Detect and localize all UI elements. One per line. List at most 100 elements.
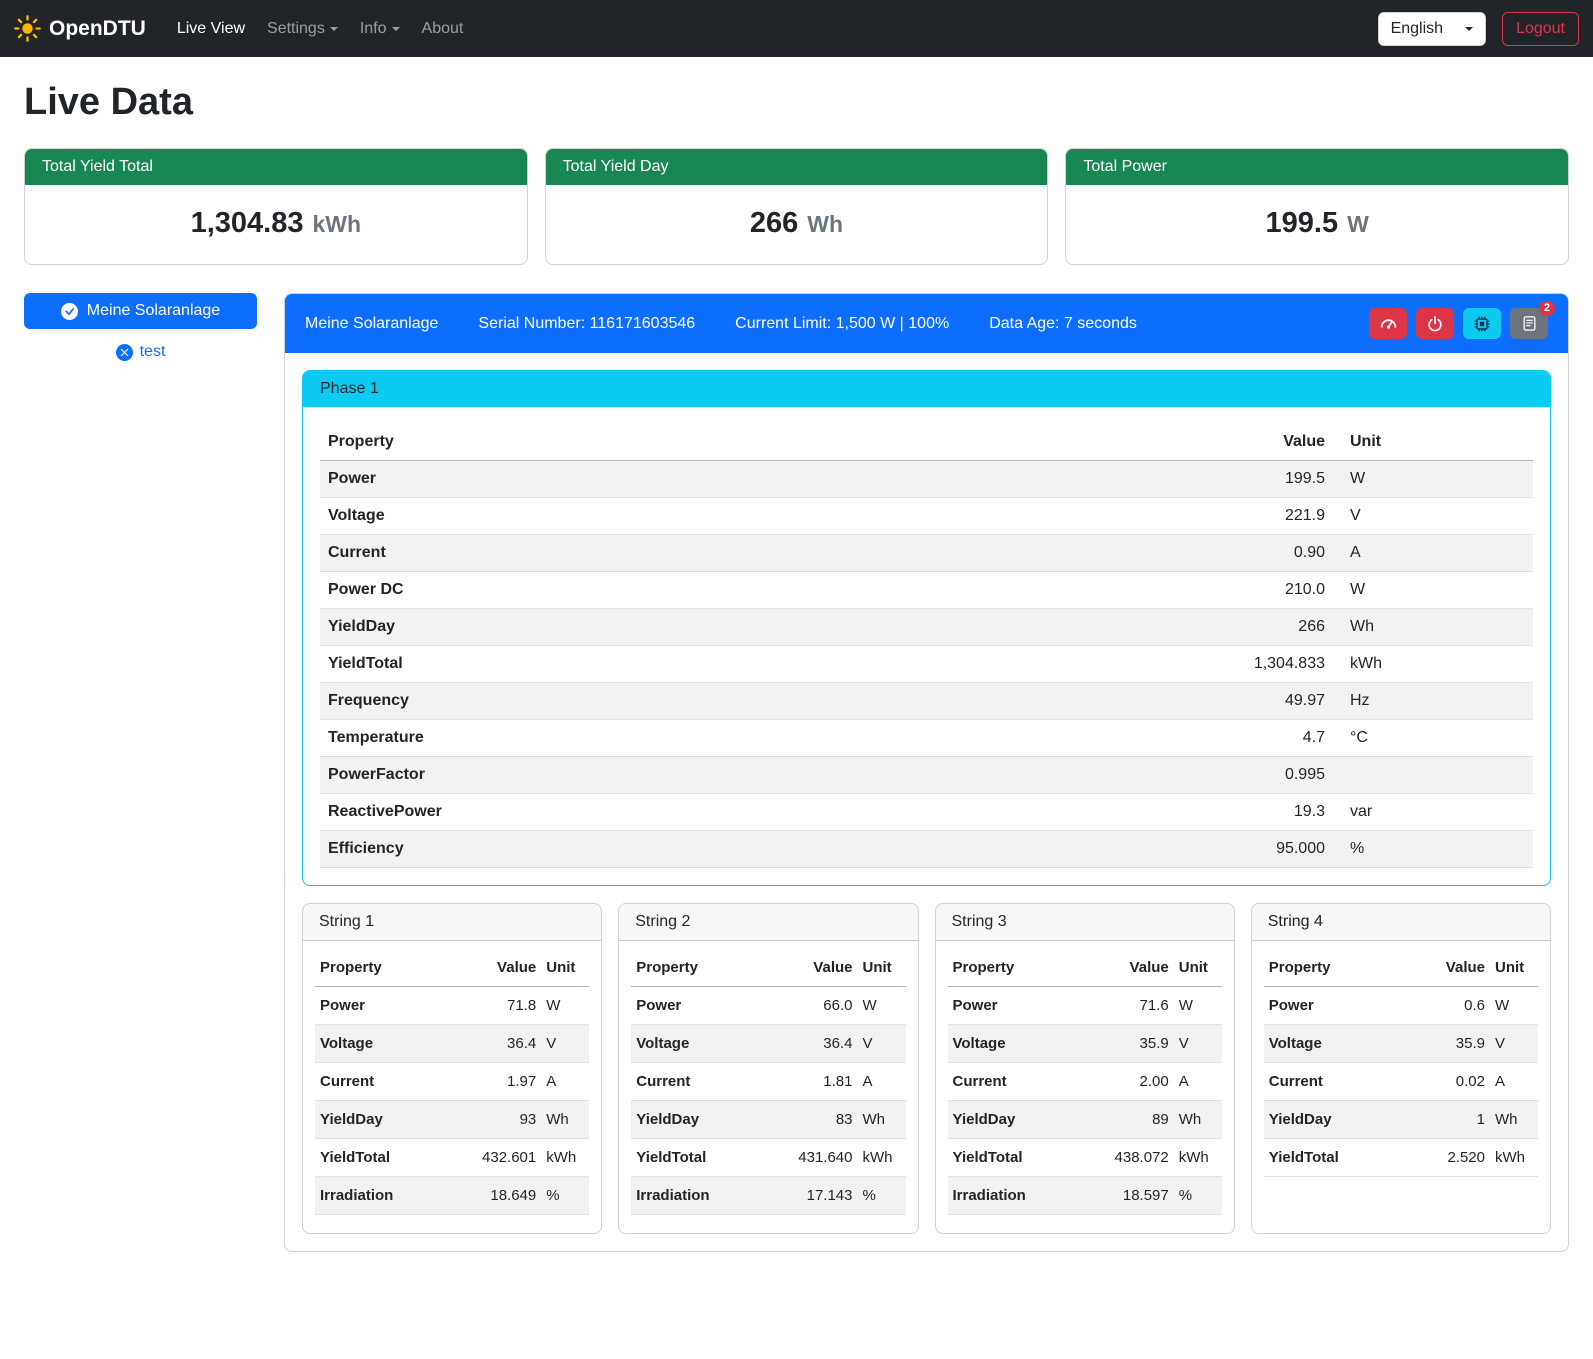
row-property: YieldDay — [315, 1101, 443, 1139]
row-value: 71.8 — [443, 987, 541, 1025]
row-value: 18.597 — [1075, 1177, 1173, 1215]
string-card-body: Property Value Unit Power71.6W Voltage35… — [936, 941, 1234, 1233]
row-value: 0.02 — [1404, 1063, 1490, 1101]
string-card-body: Property Value Unit Power66.0W Voltage36… — [619, 941, 917, 1233]
table-row: Power199.5W — [320, 461, 1533, 498]
row-property: PowerFactor — [320, 757, 926, 794]
table-row: Power71.6W — [948, 987, 1222, 1025]
table-row: Temperature4.7°C — [320, 720, 1533, 757]
nav-item-settings[interactable]: Settings — [256, 12, 349, 46]
nav-item-info[interactable]: Info — [349, 12, 411, 46]
row-unit: A — [858, 1063, 906, 1101]
row-unit: V — [1333, 498, 1533, 535]
journal-icon — [1521, 315, 1538, 332]
inverter-info-button[interactable] — [1463, 308, 1501, 339]
table-row: Current1.81A — [631, 1063, 905, 1101]
row-unit: A — [1490, 1063, 1538, 1101]
table-header-row: Property Value Unit — [315, 949, 589, 987]
row-property: Voltage — [948, 1025, 1076, 1063]
row-unit: var — [1333, 794, 1533, 831]
table-row: YieldDay93Wh — [315, 1101, 589, 1139]
inverter-select-test[interactable]: test — [24, 342, 257, 362]
inverter-select-button[interactable]: Meine Solaranlage — [24, 293, 257, 329]
power-settings-button[interactable] — [1416, 308, 1454, 339]
inverter-card: Meine Solaranlage Serial Number: 1161716… — [284, 293, 1569, 1252]
row-value: 2.00 — [1075, 1063, 1173, 1101]
event-log-button[interactable]: 2 — [1510, 308, 1548, 339]
string-table: Property Value Unit Power71.8W Voltage36… — [315, 949, 589, 1215]
row-property: YieldTotal — [320, 646, 926, 683]
row-unit: Wh — [1490, 1101, 1538, 1139]
phase-card: Phase 1 Property Value Unit — [302, 370, 1551, 886]
string-card-title: String 3 — [936, 904, 1234, 941]
row-unit: A — [1174, 1063, 1222, 1101]
row-property: Current — [948, 1063, 1076, 1101]
event-count-badge: 2 — [1539, 301, 1555, 316]
inverter-limit: Current Limit: 1,500 W | 100% — [735, 315, 949, 333]
table-row: YieldTotal432.601kWh — [315, 1139, 589, 1177]
summary-card-title: Total Yield Day — [546, 149, 1048, 185]
table-header-row: Property Value Unit — [1264, 949, 1538, 987]
inverter-header: Meine Solaranlage Serial Number: 1161716… — [285, 294, 1568, 353]
string-card-1: String 1 Property Value Unit — [302, 903, 602, 1234]
inverter-actions: 2 — [1369, 308, 1548, 339]
caret-down-icon — [392, 27, 400, 31]
table-header-row: Property Value Unit — [631, 949, 905, 987]
row-value: 0.995 — [926, 757, 1333, 794]
row-value: 431.640 — [759, 1139, 857, 1177]
column-header-unit: Unit — [541, 949, 589, 987]
row-property: Irradiation — [948, 1177, 1076, 1215]
summary-card-body: 266 Wh — [546, 185, 1048, 264]
string-card-4: String 4 Property Value Unit — [1251, 903, 1551, 1234]
row-property: YieldTotal — [948, 1139, 1076, 1177]
row-unit: % — [858, 1177, 906, 1215]
summary-card-title: Total Power — [1066, 149, 1568, 185]
table-row: YieldTotal1,304.833kWh — [320, 646, 1533, 683]
row-property: Power — [1264, 987, 1404, 1025]
string-table: Property Value Unit Power0.6W Voltage35.… — [1264, 949, 1538, 1177]
column-header-value: Value — [1404, 949, 1490, 987]
row-unit: % — [541, 1177, 589, 1215]
table-row: Current0.02A — [1264, 1063, 1538, 1101]
row-property: Irradiation — [631, 1177, 759, 1215]
summary-cards: Total Yield Total 1,304.83 kWh Total Yie… — [24, 148, 1569, 265]
row-value: 221.9 — [926, 498, 1333, 535]
row-unit: V — [1490, 1025, 1538, 1063]
row-value: 83 — [759, 1101, 857, 1139]
table-row: Voltage36.4V — [631, 1025, 905, 1063]
row-property: Efficiency — [320, 831, 926, 868]
row-property: Current — [320, 535, 926, 572]
row-unit: Wh — [1333, 609, 1533, 646]
row-unit: A — [1333, 535, 1533, 572]
phase-title: Phase 1 — [303, 371, 1550, 407]
row-unit: kWh — [541, 1139, 589, 1177]
phase-body: Property Value Unit Power199.5W Voltage2… — [303, 407, 1550, 885]
strings-row: String 1 Property Value Unit — [302, 903, 1551, 1234]
nav-item-live-view[interactable]: Live View — [166, 12, 256, 46]
limit-settings-button[interactable] — [1369, 308, 1407, 339]
row-unit: % — [1333, 831, 1533, 868]
string-card-body: Property Value Unit Power0.6W Voltage35.… — [1252, 941, 1550, 1195]
row-property: Voltage — [1264, 1025, 1404, 1063]
row-unit: W — [1490, 987, 1538, 1025]
x-circle-icon — [116, 344, 133, 361]
string-card-body: Property Value Unit Power71.8W Voltage36… — [303, 941, 601, 1233]
row-value: 199.5 — [926, 461, 1333, 498]
row-value: 93 — [443, 1101, 541, 1139]
cpu-icon — [1473, 315, 1491, 333]
column-header-property: Property — [1264, 949, 1404, 987]
row-value: 1.97 — [443, 1063, 541, 1101]
row-property: Irradiation — [315, 1177, 443, 1215]
language-select[interactable]: English — [1378, 12, 1486, 46]
summary-card-total-yield-total: Total Yield Total 1,304.83 kWh — [24, 148, 528, 265]
table-row: Voltage221.9V — [320, 498, 1533, 535]
nav-item-about[interactable]: About — [411, 12, 475, 46]
brand-logo[interactable]: OpenDTU — [14, 15, 146, 42]
column-header-property: Property — [631, 949, 759, 987]
row-value: 36.4 — [443, 1025, 541, 1063]
row-unit: W — [1333, 461, 1533, 498]
row-unit: °C — [1333, 720, 1533, 757]
table-row: Irradiation18.649% — [315, 1177, 589, 1215]
row-property: YieldDay — [631, 1101, 759, 1139]
logout-button[interactable]: Logout — [1502, 12, 1579, 46]
